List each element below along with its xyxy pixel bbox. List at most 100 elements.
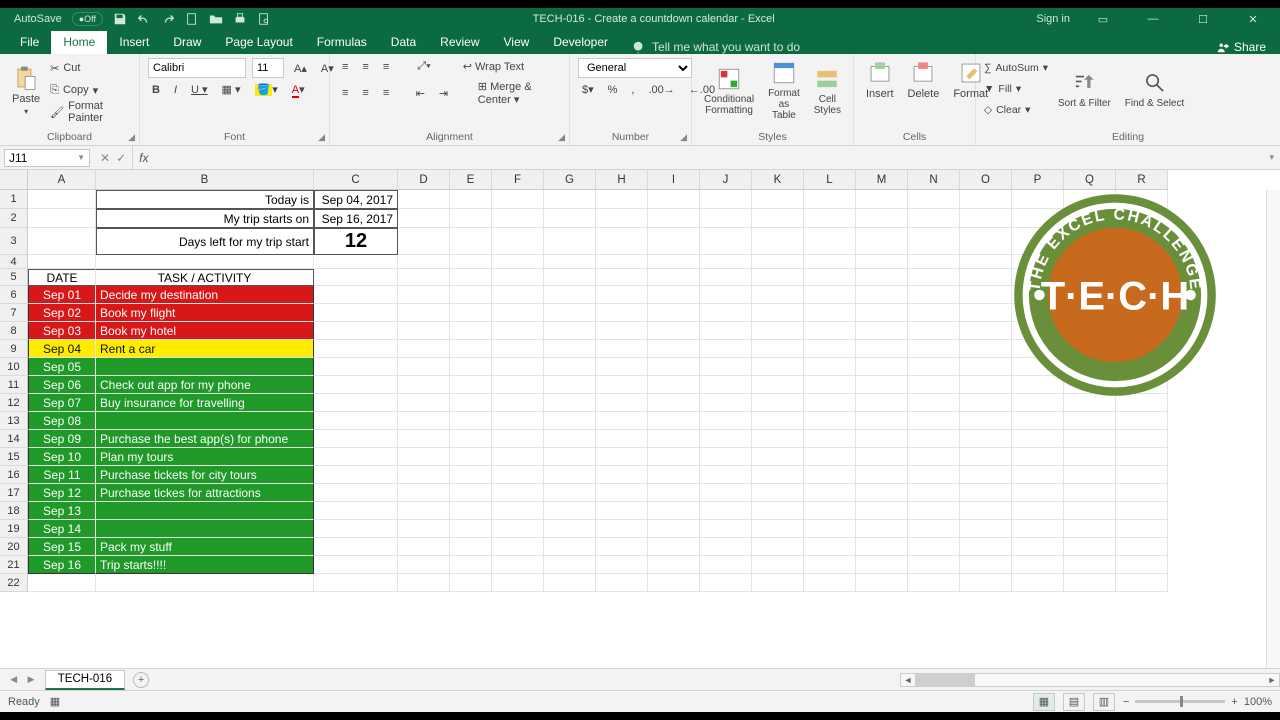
cell[interactable]: Buy insurance for travelling: [96, 394, 314, 412]
cell[interactable]: [752, 228, 804, 255]
enter-formula-icon[interactable]: ✓: [116, 151, 126, 165]
cell[interactable]: Today is: [96, 190, 314, 209]
cell[interactable]: [804, 322, 856, 340]
cell[interactable]: [700, 430, 752, 448]
row-header[interactable]: 18: [0, 502, 28, 520]
cell[interactable]: [856, 556, 908, 574]
cell[interactable]: [450, 394, 492, 412]
cell[interactable]: [450, 556, 492, 574]
cell[interactable]: [960, 322, 1012, 340]
new-icon[interactable]: [185, 12, 199, 26]
row-header[interactable]: 5: [0, 269, 28, 286]
col-header[interactable]: C: [314, 170, 398, 190]
cell[interactable]: [908, 502, 960, 520]
fill-color-button[interactable]: 🪣▾: [251, 81, 282, 98]
cell[interactable]: [492, 358, 544, 376]
cell[interactable]: [804, 190, 856, 209]
cell[interactable]: [314, 358, 398, 376]
cell[interactable]: [596, 358, 648, 376]
cell[interactable]: [96, 412, 314, 430]
align-top-icon[interactable]: ≡: [338, 59, 352, 75]
cell[interactable]: [960, 502, 1012, 520]
cell[interactable]: [596, 209, 648, 228]
cell[interactable]: [544, 574, 596, 592]
cell[interactable]: [314, 502, 398, 520]
cell[interactable]: [1012, 484, 1064, 502]
cell[interactable]: Purchase tickes for attractions: [96, 484, 314, 502]
name-box[interactable]: J11▼: [4, 149, 90, 167]
cell[interactable]: [544, 228, 596, 255]
cell[interactable]: [544, 502, 596, 520]
cell[interactable]: [908, 304, 960, 322]
cell[interactable]: [648, 502, 700, 520]
cell[interactable]: [492, 304, 544, 322]
expand-formula-icon[interactable]: ▾: [1263, 152, 1280, 163]
find-select-button[interactable]: Find & Select: [1121, 68, 1188, 111]
cell[interactable]: [450, 190, 492, 209]
minimize-icon[interactable]: —: [1136, 8, 1170, 30]
signin-link[interactable]: Sign in: [1036, 13, 1070, 25]
cell[interactable]: [908, 430, 960, 448]
cell[interactable]: [752, 269, 804, 286]
cell[interactable]: [28, 574, 96, 592]
tell-me-search[interactable]: Tell me what you want to do: [632, 40, 800, 54]
cell[interactable]: [450, 269, 492, 286]
cell[interactable]: [804, 466, 856, 484]
cell[interactable]: [856, 322, 908, 340]
col-header[interactable]: L: [804, 170, 856, 190]
cell[interactable]: [544, 466, 596, 484]
cell[interactable]: [700, 322, 752, 340]
cell[interactable]: [700, 340, 752, 358]
cell[interactable]: [804, 304, 856, 322]
row-header[interactable]: 3: [0, 228, 28, 255]
cell[interactable]: [648, 412, 700, 430]
cell[interactable]: [960, 556, 1012, 574]
col-header[interactable]: I: [648, 170, 700, 190]
cell[interactable]: [596, 448, 648, 466]
cell[interactable]: [596, 430, 648, 448]
cell[interactable]: [492, 340, 544, 358]
ribbon-options-icon[interactable]: ▭: [1086, 8, 1120, 30]
cell[interactable]: [96, 520, 314, 538]
cell[interactable]: [314, 340, 398, 358]
cell[interactable]: [648, 466, 700, 484]
cell[interactable]: [752, 190, 804, 209]
vertical-scrollbar[interactable]: [1266, 190, 1280, 668]
cut-button[interactable]: ✂ Cut: [50, 58, 131, 78]
cell[interactable]: [28, 209, 96, 228]
cell[interactable]: [908, 209, 960, 228]
cell[interactable]: Sep 06: [28, 376, 96, 394]
cell[interactable]: [1064, 448, 1116, 466]
tab-home[interactable]: Home: [51, 31, 107, 54]
cell[interactable]: [960, 484, 1012, 502]
delete-cells-button[interactable]: Delete: [904, 58, 944, 102]
cell[interactable]: [752, 556, 804, 574]
cell[interactable]: [398, 304, 450, 322]
cell[interactable]: [596, 394, 648, 412]
cell[interactable]: [804, 376, 856, 394]
cell[interactable]: [648, 190, 700, 209]
cell[interactable]: [752, 255, 804, 269]
cell[interactable]: Sep 03: [28, 322, 96, 340]
cell[interactable]: Trip starts!!!!: [96, 556, 314, 574]
cell[interactable]: [648, 286, 700, 304]
row-header[interactable]: 14: [0, 430, 28, 448]
normal-view-icon[interactable]: ▦: [1033, 693, 1055, 711]
cell[interactable]: [960, 209, 1012, 228]
cell[interactable]: [596, 556, 648, 574]
cell[interactable]: [1116, 430, 1168, 448]
cell[interactable]: [908, 394, 960, 412]
tab-view[interactable]: View: [492, 31, 542, 54]
cell[interactable]: [648, 430, 700, 448]
cell[interactable]: [1012, 448, 1064, 466]
cell[interactable]: [450, 520, 492, 538]
cell[interactable]: [752, 520, 804, 538]
paste-button[interactable]: Paste▾: [8, 63, 44, 118]
cell[interactable]: [752, 412, 804, 430]
cell[interactable]: Sep 02: [28, 304, 96, 322]
cell[interactable]: Book my hotel: [96, 322, 314, 340]
cell[interactable]: [960, 269, 1012, 286]
tab-page-layout[interactable]: Page Layout: [213, 31, 304, 54]
autosum-button[interactable]: ∑ AutoSum ▾: [984, 58, 1048, 78]
cell[interactable]: [492, 430, 544, 448]
